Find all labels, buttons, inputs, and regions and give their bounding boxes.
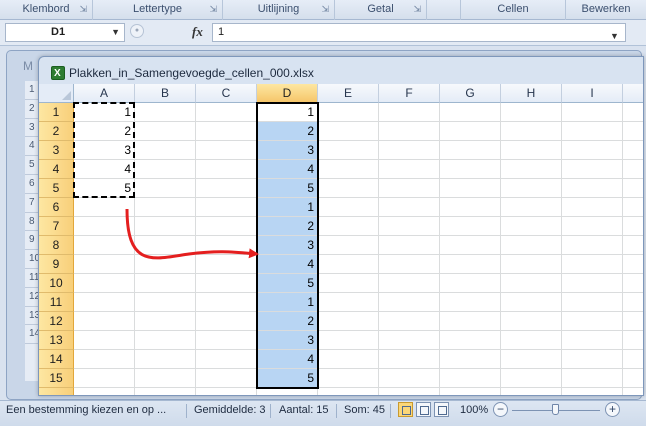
- status-bar: Een bestemming kiezen en op ... Gemiddel…: [0, 400, 646, 426]
- formula-tools: ● fx: [130, 23, 210, 42]
- workbook-title: Plakken_in_Samengevoegde_cellen_000.xlsx: [69, 66, 314, 80]
- formula-value: 1: [218, 26, 225, 38]
- status-separator: [390, 404, 391, 418]
- dialog-launcher-icon[interactable]: ⇲: [209, 0, 217, 19]
- dialog-launcher-icon[interactable]: ⇲: [413, 0, 421, 19]
- name-box-value: D1: [51, 26, 66, 38]
- ribbon-group-number: Getal ⇲: [335, 0, 427, 20]
- name-box[interactable]: D1 ▼: [5, 23, 125, 42]
- status-sum: Som: 45: [344, 404, 385, 416]
- ribbon-group-label: Bewerken: [581, 3, 631, 15]
- dialog-launcher-icon[interactable]: ⇲: [79, 0, 87, 19]
- dialog-launcher-icon[interactable]: ⇲: [321, 0, 329, 19]
- insert-function-button[interactable]: fx: [192, 24, 203, 40]
- expand-formula-bar-icon[interactable]: ▼: [607, 29, 622, 44]
- ribbon-group-label: Cellen: [497, 3, 529, 15]
- ribbon-group-cells: Cellen: [461, 0, 566, 20]
- excel-file-icon: [51, 66, 65, 82]
- cancel-entry-icon[interactable]: ●: [130, 24, 144, 38]
- ribbon-group-labels: Klembord ⇲ Lettertype ⇲ Uitlijning ⇲ Get…: [0, 0, 646, 20]
- workbook-window[interactable]: Plakken_in_Samengevoegde_cellen_000.xlsx…: [38, 56, 644, 396]
- ribbon-group-label: Lettertype: [133, 3, 182, 15]
- status-average: Gemiddelde: 3: [194, 404, 266, 416]
- zoom-slider-thumb[interactable]: [552, 404, 559, 415]
- normal-view-icon[interactable]: [398, 402, 413, 417]
- zoom-in-icon[interactable]: +: [605, 402, 620, 417]
- chevron-down-icon[interactable]: ▼: [111, 24, 120, 41]
- page-break-preview-icon[interactable]: [434, 402, 449, 417]
- status-count: Aantal: 15: [279, 404, 329, 416]
- ribbon-group-editing: Bewerken: [566, 0, 646, 20]
- ribbon-group-alignment: Uitlijning ⇲: [223, 0, 335, 20]
- background-window-title: M: [23, 59, 33, 73]
- spreadsheet-grid[interactable]: A B C D E F G H I 1 2 3 4 5 6 7 8 9 10 11 12 13 14 15 1 2 3 4 5 1 2 3 4 5…: [39, 84, 643, 395]
- ribbon-group-styles: [427, 0, 461, 20]
- workbook-title-bar: Plakken_in_Samengevoegde_cellen_000.xlsx: [51, 65, 314, 82]
- status-separator: [186, 404, 187, 418]
- formula-bar: D1 ▼ ● fx 1 ▼: [0, 20, 646, 46]
- ribbon-group-clipboard: Klembord ⇲: [0, 0, 93, 20]
- status-separator: [270, 404, 271, 418]
- zoom-out-icon[interactable]: −: [493, 402, 508, 417]
- paste-arrow-annotation: [125, 208, 259, 260]
- ribbon-group-label: Uitlijning: [257, 3, 300, 15]
- page-layout-view-icon[interactable]: [416, 402, 431, 417]
- formula-input[interactable]: 1 ▼: [212, 23, 626, 42]
- ribbon-group-label: Klembord: [22, 3, 70, 15]
- ribbon-group-label: Getal: [367, 3, 394, 15]
- paste-arrow: [125, 208, 259, 260]
- ribbon-group-font: Lettertype ⇲: [93, 0, 223, 20]
- zoom-level[interactable]: 100%: [460, 401, 488, 426]
- status-separator: [336, 404, 337, 418]
- status-message: Een bestemming kiezen en op ...: [6, 404, 167, 416]
